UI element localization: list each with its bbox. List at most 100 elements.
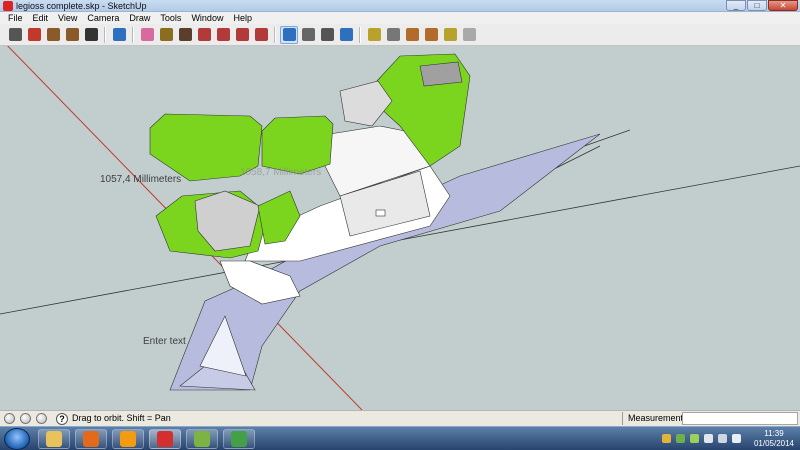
- taskbar-clock[interactable]: 11:39 01/05/2014: [752, 429, 796, 449]
- push-pull-tool-button[interactable]: [195, 26, 213, 44]
- start-button[interactable]: [4, 428, 30, 450]
- make-component-icon: [112, 28, 126, 41]
- circle-tool-button[interactable]: [63, 26, 81, 44]
- get-models-icon: [405, 28, 419, 41]
- toggle-terrain-icon: [386, 28, 400, 41]
- menu-window[interactable]: Window: [186, 12, 228, 24]
- toolbar-separator: [104, 26, 106, 43]
- zoom-extents-tool-button[interactable]: [337, 26, 355, 44]
- menu-camera[interactable]: Camera: [82, 12, 124, 24]
- feed-icon: [231, 431, 247, 447]
- menu-tools[interactable]: Tools: [155, 12, 186, 24]
- window-title: legioss complete.skp - SketchUp: [16, 1, 147, 11]
- status-bar: ? Drag to orbit. Shift = Pan Measurement…: [0, 410, 800, 426]
- pan-hand-icon: [301, 28, 315, 41]
- arc-icon: [84, 28, 98, 41]
- share-component-icon: [443, 28, 457, 41]
- measurements-label: Measurements: [628, 413, 688, 423]
- sketchup-app-icon[interactable]: [3, 1, 13, 11]
- paint-bucket-icon: [178, 28, 192, 41]
- share-model-tool-button[interactable]: [422, 26, 440, 44]
- notification-flag-icon[interactable]: [662, 434, 671, 443]
- add-location-icon: [367, 28, 381, 41]
- media-player-icon: [120, 431, 136, 447]
- add-location-tool-button[interactable]: [365, 26, 383, 44]
- menu-bar: File Edit View Camera Draw Tools Window …: [0, 12, 800, 24]
- dimension-label-ghost: 1058,7 Millimeters: [240, 167, 322, 178]
- share-component-tool-button[interactable]: [441, 26, 459, 44]
- extension-warehouse-tool-button[interactable]: [460, 26, 478, 44]
- tape-measure-icon: [159, 28, 173, 41]
- folder-icon: [46, 431, 62, 447]
- select-arrow-tool-button[interactable]: [6, 26, 24, 44]
- toolbar-separator: [132, 26, 134, 43]
- user-icon[interactable]: [36, 413, 47, 424]
- menu-draw[interactable]: Draw: [124, 12, 155, 24]
- orbit-tool-button[interactable]: [280, 25, 298, 44]
- rotate-icon: [235, 28, 249, 41]
- move-icon: [216, 28, 230, 41]
- zoom-tool-button[interactable]: [318, 26, 336, 44]
- green-arm-center: [261, 115, 334, 175]
- network-icon[interactable]: [718, 434, 727, 443]
- toolbar-separator: [274, 26, 276, 43]
- clock-date: 01/05/2014: [753, 439, 795, 448]
- zoom-icon: [320, 28, 334, 41]
- taskbar-app-app-feed[interactable]: [223, 429, 255, 449]
- follow-me-tool-button[interactable]: [252, 26, 270, 44]
- battery-icon[interactable]: [704, 434, 713, 443]
- taskbar-app-app-globe[interactable]: [186, 429, 218, 449]
- menu-file[interactable]: File: [3, 12, 28, 24]
- measurements-input[interactable]: [682, 412, 798, 425]
- arc-tool-button[interactable]: [82, 26, 100, 44]
- clock-time: 11:39: [764, 429, 784, 438]
- orbit-icon: [282, 28, 296, 41]
- menu-help[interactable]: Help: [228, 12, 257, 24]
- geo-location-icon[interactable]: [4, 413, 15, 424]
- taskbar-app-media-player[interactable]: [112, 429, 144, 449]
- follow-me-icon: [254, 28, 268, 41]
- tape-measure-tool-button[interactable]: [157, 26, 175, 44]
- maximize-button[interactable]: □: [747, 0, 767, 11]
- main-toolbar: [0, 24, 800, 46]
- close-button[interactable]: ✕: [768, 0, 798, 11]
- menu-view[interactable]: View: [53, 12, 82, 24]
- eraser-tool-button[interactable]: [138, 26, 156, 44]
- menu-edit[interactable]: Edit: [28, 12, 54, 24]
- move-tool-button[interactable]: [214, 26, 232, 44]
- text-note[interactable]: Enter text: [143, 336, 186, 347]
- firefox-icon: [83, 431, 99, 447]
- tray-app-icon[interactable]: [676, 434, 685, 443]
- circle-icon: [65, 28, 79, 41]
- get-models-tool-button[interactable]: [403, 26, 421, 44]
- minimize-button[interactable]: _: [726, 0, 746, 11]
- taskbar-app-file-explorer[interactable]: [38, 429, 70, 449]
- tray-feed-icon[interactable]: [690, 434, 699, 443]
- rotate-tool-button[interactable]: [233, 26, 251, 44]
- model-viewport[interactable]: 1057,4 Millimeters 1058,7 Millimeters En…: [0, 46, 800, 410]
- dimension-label[interactable]: 1057,4 Millimeters: [100, 174, 181, 185]
- toolbar-separator: [359, 26, 361, 43]
- pan-hand-tool-button[interactable]: [299, 26, 317, 44]
- vent-grille: [419, 61, 463, 87]
- window-controls: _ □ ✕: [726, 0, 798, 12]
- taskbar-app-firefox[interactable]: [75, 429, 107, 449]
- taskbar: 11:39 01/05/2014: [0, 426, 800, 450]
- share-model-icon: [424, 28, 438, 41]
- pencil-line-tool-button[interactable]: [25, 26, 43, 44]
- toggle-terrain-tool-button[interactable]: [384, 26, 402, 44]
- eraser-icon: [140, 28, 154, 41]
- select-arrow-icon: [8, 28, 22, 41]
- globe-icon: [194, 431, 210, 447]
- model-scene[interactable]: [0, 46, 800, 410]
- credits-icon[interactable]: [20, 413, 31, 424]
- sketchup-icon: [157, 431, 173, 447]
- zoom-extents-icon: [339, 28, 353, 41]
- rectangle-tool-button[interactable]: [44, 26, 62, 44]
- paint-bucket-tool-button[interactable]: [176, 26, 194, 44]
- hatch-detail: [375, 209, 386, 217]
- help-icon[interactable]: ?: [56, 413, 68, 425]
- taskbar-app-sketchup[interactable]: [149, 429, 181, 449]
- volume-icon[interactable]: [732, 434, 741, 443]
- make-component-tool-button[interactable]: [110, 26, 128, 44]
